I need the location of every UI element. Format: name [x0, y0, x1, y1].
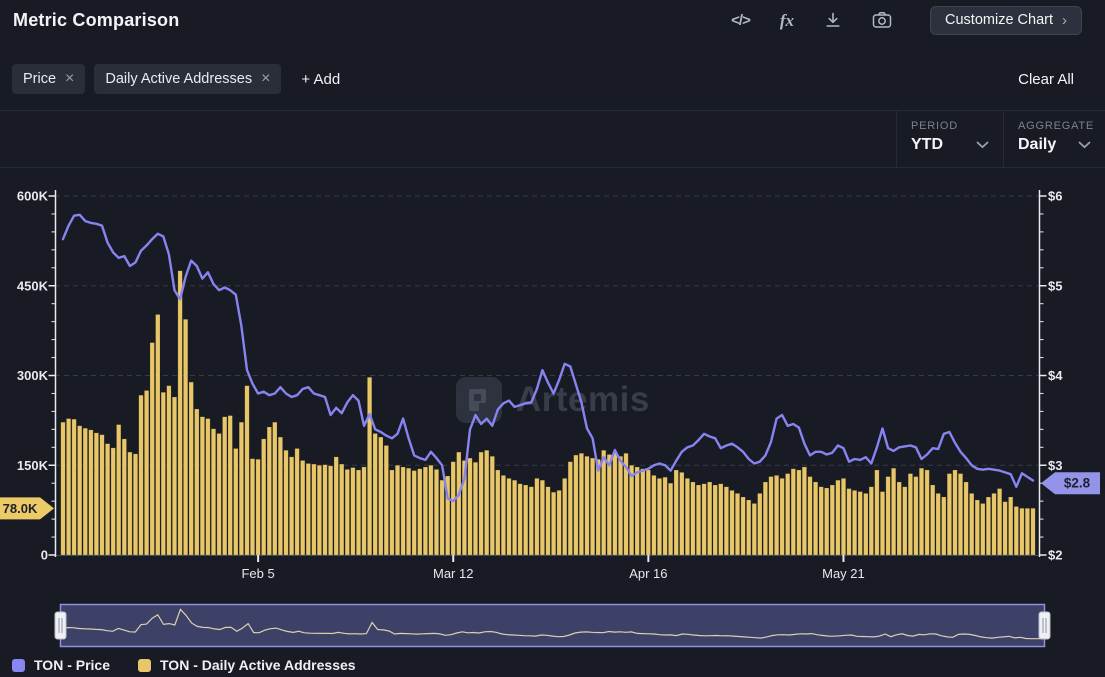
navigator-handle-left[interactable]	[55, 612, 66, 639]
embed-code-icon[interactable]: </>	[731, 13, 750, 28]
comparison-chart[interactable]: 0 150K 300K 450K 600K $2 $3 $4 $5 $6 Feb 5 Mar 12 Ap…	[0, 168, 1105, 603]
metric-tag-label: Daily Active Addresses	[105, 71, 252, 87]
period-dropdown[interactable]: PERIOD YTD	[896, 111, 1003, 167]
header: Metric Comparison </> fx Customize Chart…	[0, 0, 1105, 40]
svg-text:$2.8: $2.8	[1064, 476, 1091, 491]
svg-text:Feb 5: Feb 5	[241, 566, 274, 581]
customize-chart-button[interactable]: Customize Chart ›	[930, 6, 1082, 35]
daa-bars-series	[61, 271, 1035, 555]
chart-controls-band: PERIOD YTD AGGREGATE Daily	[0, 110, 1105, 168]
svg-text:Apr 16: Apr 16	[629, 566, 667, 581]
metric-tag-daily-active-addresses[interactable]: Daily Active Addresses ×	[94, 64, 281, 94]
chevron-down-icon	[1078, 136, 1091, 154]
svg-text:0: 0	[41, 548, 48, 563]
remove-metric-icon[interactable]: ×	[65, 71, 74, 87]
legend-item-ton-daily-active-addresses[interactable]: TON - Daily Active Addresses	[138, 657, 356, 673]
svg-text:78.0K: 78.0K	[3, 501, 38, 516]
svg-text:Mar 12: Mar 12	[433, 566, 473, 581]
navigator-handle-right[interactable]	[1039, 612, 1050, 639]
period-label: PERIOD	[911, 120, 1003, 132]
chevron-down-icon	[976, 136, 989, 154]
svg-text:$3: $3	[1048, 458, 1062, 473]
customize-chart-label: Customize Chart	[945, 12, 1053, 28]
period-value: YTD	[911, 136, 943, 154]
metric-comparison-panel: Metric Comparison </> fx Customize Chart…	[0, 0, 1105, 677]
svg-text:300K: 300K	[17, 368, 49, 383]
aggregate-label: AGGREGATE	[1018, 120, 1105, 132]
svg-text:600K: 600K	[17, 189, 49, 204]
download-icon[interactable]	[824, 11, 842, 29]
metric-tag-label: Price	[23, 71, 56, 87]
range-navigator[interactable]	[0, 600, 1105, 652]
svg-text:May 21: May 21	[822, 566, 865, 581]
formula-fx-icon[interactable]: fx	[780, 12, 794, 29]
daa-color-swatch	[138, 659, 151, 672]
svg-text:$5: $5	[1048, 278, 1062, 293]
svg-text:$4: $4	[1048, 368, 1063, 383]
aggregate-value: Daily	[1018, 136, 1056, 154]
metric-tags-row: Price × Daily Active Addresses × + Add C…	[0, 52, 1105, 106]
navigator-selected-range[interactable]	[61, 605, 1045, 647]
page-title: Metric Comparison	[13, 10, 179, 31]
price-color-swatch	[12, 659, 25, 672]
svg-text:$6: $6	[1048, 189, 1062, 204]
svg-text:450K: 450K	[17, 278, 49, 293]
chevron-right-icon: ›	[1062, 12, 1067, 29]
clear-all-button[interactable]: Clear All	[1018, 71, 1074, 88]
add-metric-button[interactable]: + Add	[301, 71, 340, 88]
legend-item-ton-price[interactable]: TON - Price	[12, 657, 110, 673]
svg-text:150K: 150K	[17, 458, 49, 473]
svg-text:$2: $2	[1048, 548, 1062, 563]
aggregate-dropdown[interactable]: AGGREGATE Daily	[1003, 111, 1105, 167]
camera-screenshot-icon[interactable]	[872, 11, 892, 29]
chart-legend: TON - Price TON - Daily Active Addresses	[12, 657, 356, 673]
remove-metric-icon[interactable]: ×	[261, 71, 270, 87]
metric-tag-price[interactable]: Price ×	[12, 64, 85, 94]
chart-area: Artemis 0150K300K450K600K$2$3$4$5$6Feb 5…	[0, 168, 1105, 603]
toolbar: </> fx Customize Chart ›	[731, 6, 1082, 35]
